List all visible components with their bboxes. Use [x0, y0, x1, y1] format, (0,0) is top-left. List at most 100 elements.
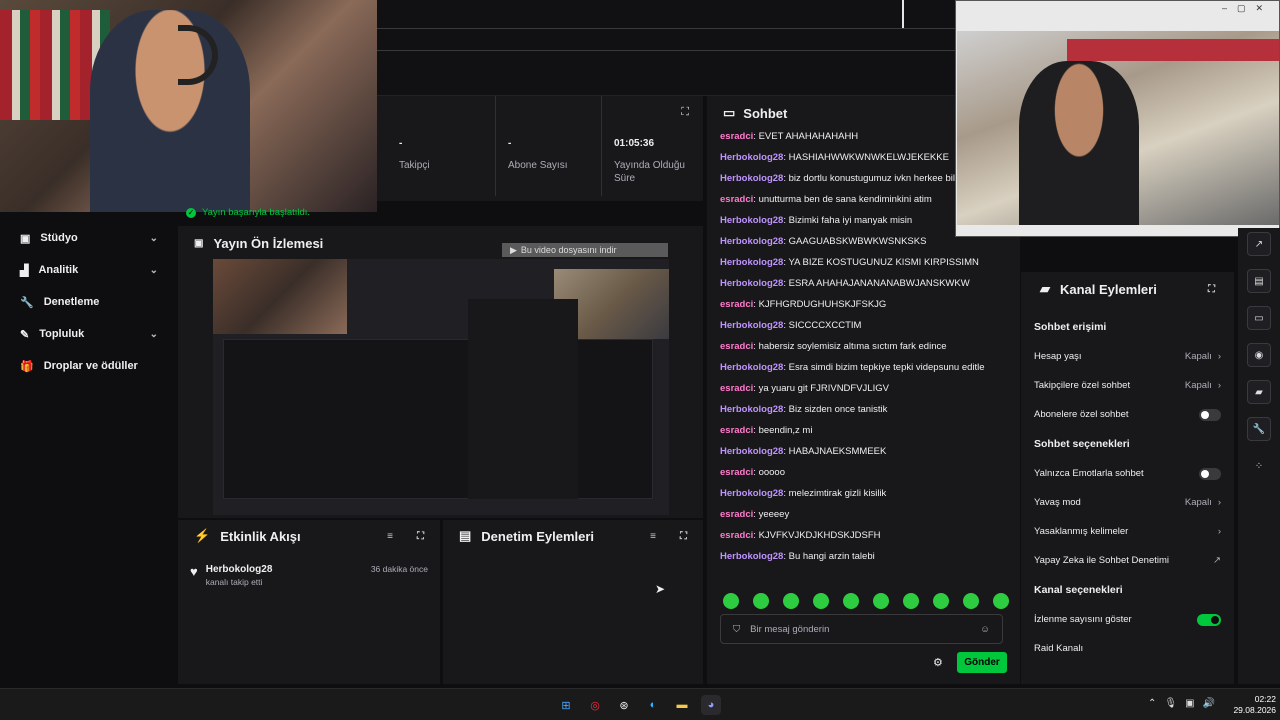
emote-icon[interactable]: [993, 593, 1009, 609]
preview-video[interactable]: [213, 259, 669, 515]
chat-message: Herbokolog28: melezimtirak gizli kisilik: [720, 488, 887, 499]
card-icon[interactable]: ▰: [1247, 380, 1271, 404]
raid-row[interactable]: Raid Kanalı: [1021, 634, 1234, 663]
webcam-right: –▢✕: [955, 0, 1280, 237]
chat-username[interactable]: esradci: [720, 194, 753, 205]
folder-icon[interactable]: ▬: [672, 695, 692, 715]
expand-icon[interactable]: ⛶: [417, 531, 424, 542]
chat-text: ooooo: [758, 467, 785, 478]
followers-only-row[interactable]: Takipçilere özel sohbet Kapalı ›: [1021, 371, 1234, 400]
section-channel-options: Kanal seçenekleri: [1034, 584, 1123, 596]
subs-only-toggle[interactable]: [1199, 408, 1221, 421]
dots-icon[interactable]: ⁘: [1247, 454, 1271, 478]
chat-username[interactable]: esradci: [720, 299, 753, 310]
chat-username[interactable]: Herbokolog28: [720, 236, 783, 247]
chat-username[interactable]: esradci: [720, 341, 753, 352]
chat-username[interactable]: Herbokolog28: [720, 215, 783, 226]
slow-mode-row[interactable]: Yavaş mod Kapalı ›: [1021, 488, 1234, 517]
emote-icon[interactable]: [933, 593, 949, 609]
chat-username[interactable]: esradci: [720, 425, 753, 436]
windows-start-icon[interactable]: ⊞: [556, 695, 576, 715]
discord-icon[interactable]: ◕: [701, 695, 721, 715]
sidebar-item-drops[interactable]: 🎁 Droplar ve ödüller: [0, 350, 178, 382]
emote-icon[interactable]: [723, 593, 739, 609]
clock[interactable]: 02:22 29.08.2026: [1228, 694, 1276, 716]
person-right: [1019, 61, 1139, 225]
settings-icon[interactable]: ⚙: [933, 656, 943, 669]
filter-icon[interactable]: ≡: [650, 531, 656, 542]
emoji-icon[interactable]: ☺: [980, 624, 990, 635]
chat-username[interactable]: esradci: [720, 131, 753, 142]
chat-message: esradci: ya yuaru git FJRIVNDFVJLIGV: [720, 383, 889, 394]
emote-icon[interactable]: [873, 593, 889, 609]
activity-item: ♥ Herbokolog28 kanalı takip etti 36 dakik…: [178, 552, 440, 599]
chrome-icon[interactable]: ⊛: [614, 695, 634, 715]
sidebar-item-studio[interactable]: ▣ Stüdyo ⌄: [0, 222, 178, 254]
webcam-left: [0, 0, 377, 212]
chat-text: HASHIAHWWKWNWKELWJEKEKKE: [788, 152, 949, 163]
download-icon: ▶: [510, 244, 517, 255]
person-left: [90, 10, 250, 212]
chat-username[interactable]: Herbokolog28: [720, 362, 783, 373]
chat-username[interactable]: esradci: [720, 530, 753, 541]
sidebar-item-community[interactable]: ✎ Topluluk ⌄: [0, 318, 178, 350]
filter-icon[interactable]: ≡: [387, 531, 393, 542]
emote-icon[interactable]: [783, 593, 799, 609]
sidebar-item-analytics[interactable]: ▟ Analitik ⌄: [0, 254, 178, 286]
window-controls[interactable]: –▢✕: [1222, 3, 1273, 14]
bolt-icon: ⚡: [194, 528, 211, 543]
wrench-rail-icon[interactable]: 🔧: [1247, 417, 1271, 441]
chat-username[interactable]: Herbokolog28: [720, 152, 783, 163]
chat-username[interactable]: esradci: [720, 383, 753, 394]
activity-user[interactable]: Herbokolog28: [206, 564, 363, 575]
expand-icon[interactable]: ⛶: [680, 531, 687, 542]
chat-username[interactable]: Herbokolog28: [720, 404, 783, 415]
banned-words-row[interactable]: Yasaklanmış kelimeler ›: [1021, 517, 1234, 546]
chat-text: HABAJNAEKSMMEEK: [788, 446, 887, 457]
moderation-title: Denetim Eylemleri: [481, 528, 595, 544]
list-icon: ▤: [459, 528, 472, 543]
chat-username[interactable]: Herbokolog28: [720, 551, 783, 562]
target-icon[interactable]: ◉: [1247, 343, 1271, 367]
viewer-count-toggle[interactable]: [1197, 613, 1221, 626]
playhead[interactable]: [902, 0, 904, 28]
external-link-icon: ↗: [1213, 555, 1221, 566]
sidebar-item-moderation[interactable]: 🔧 Denetleme: [0, 286, 178, 318]
chat-username[interactable]: Herbokolog28: [720, 488, 783, 499]
emote-icon[interactable]: [753, 593, 769, 609]
ai-moderation-row[interactable]: Yapay Zeka ile Sohbet Denetimi ↗: [1021, 546, 1234, 575]
edge-icon[interactable]: ◐: [643, 695, 663, 715]
opera-icon[interactable]: ◎: [585, 695, 605, 715]
emotes-only-toggle[interactable]: [1199, 467, 1221, 480]
chat-text: KJFHGRDUGHUHSKJFSKJG: [758, 299, 887, 310]
send-button[interactable]: Gönder: [957, 652, 1007, 673]
emote-icon[interactable]: [963, 593, 979, 609]
chat-input[interactable]: ⛉ Bir mesaj gönderin ☺: [720, 614, 1003, 644]
channel-icon: ▰: [1040, 281, 1050, 296]
chat-username[interactable]: Herbokolog28: [720, 446, 783, 457]
emote-icon[interactable]: [813, 593, 829, 609]
chat-text: beendin,z mi: [758, 425, 813, 436]
tray-icons[interactable]: ⌃🎙▣🔊: [1148, 698, 1223, 709]
chat-username[interactable]: esradci: [720, 509, 753, 520]
expand-icon[interactable]: ⛶: [1208, 284, 1215, 295]
arrow-icon[interactable]: ↗: [1247, 232, 1271, 256]
chat-username[interactable]: Herbokolog28: [720, 278, 783, 289]
emote-icon[interactable]: [843, 593, 859, 609]
download-overlay[interactable]: ▶ Bu video dosyasını indir: [502, 243, 668, 257]
chat-rail-icon[interactable]: ▭: [1247, 306, 1271, 330]
chat-message: esradci: beendin,z mi: [720, 425, 813, 436]
subs-only-row: Abonelere özel sohbet: [1021, 400, 1234, 429]
chat-username[interactable]: Herbokolog28: [720, 173, 783, 184]
chat-username[interactable]: esradci: [720, 467, 753, 478]
webcam-right-frame: [957, 31, 1279, 225]
account-age-row[interactable]: Hesap yaşı Kapalı ›: [1021, 342, 1234, 371]
chat-text: YA BIZE KOSTUGUNUZ KISMI KIRPISSIMN: [788, 257, 979, 268]
chat-username[interactable]: Herbokolog28: [720, 257, 783, 268]
mouse-cursor: ➤: [655, 582, 666, 596]
shield-icon: ⛉: [733, 623, 741, 635]
emote-icon[interactable]: [903, 593, 919, 609]
timeline-line: [376, 50, 956, 51]
document-icon[interactable]: ▤: [1247, 269, 1271, 293]
chat-username[interactable]: Herbokolog28: [720, 320, 783, 331]
